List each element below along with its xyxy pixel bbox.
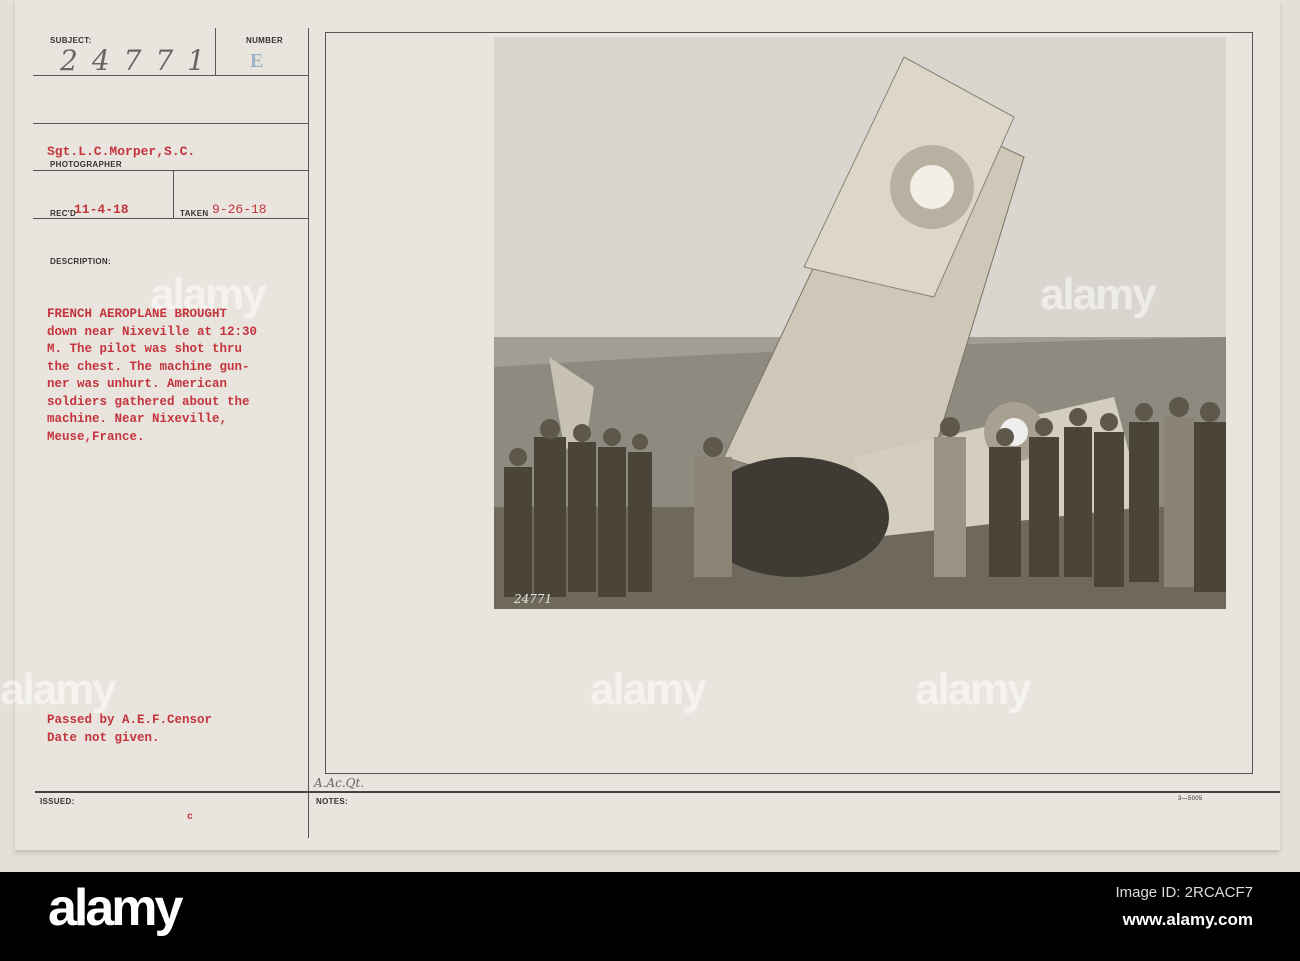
- number-label: NUMBER: [246, 36, 283, 45]
- photo-number: 24771: [513, 592, 552, 606]
- recd-date: 11-4-18: [74, 202, 129, 217]
- alamy-logo: alamy: [48, 879, 183, 937]
- issued-mark: c: [187, 812, 194, 823]
- watermark: alamy: [590, 665, 707, 714]
- number-stamp: E: [250, 50, 264, 72]
- issued-label: ISSUED:: [40, 797, 75, 806]
- alamy-footer: alamy Image ID: 2RCACF7 www.alamy.com: [0, 872, 1300, 961]
- taken-date: 9-26-18: [212, 202, 267, 217]
- notes-label: NOTES:: [316, 797, 349, 806]
- photographer-label: PHOTOGRAPHER: [50, 160, 122, 169]
- photograph-crashed-aeroplane: 24771: [494, 37, 1226, 609]
- form-number: 3—5005: [1178, 796, 1203, 802]
- image-id: Image ID: 2RCACF7: [1115, 884, 1253, 901]
- watermark: alamy: [915, 665, 1032, 714]
- description-text: FRENCH AEROPLANE BROUGHT down near Nixev…: [47, 307, 258, 444]
- alamy-url: www.alamy.com: [1122, 910, 1253, 929]
- recd-label: REC'D: [50, 209, 77, 218]
- watermark: alamy: [150, 270, 267, 319]
- description-label: DESCRIPTION:: [50, 257, 111, 266]
- taken-label: TAKEN: [180, 209, 209, 218]
- photographer-name: Sgt.L.C.Morper,S.C.: [47, 144, 196, 159]
- watermark: alamy: [0, 665, 117, 714]
- censor-text: Passed by A.E.F.Censor Date not given.: [47, 713, 213, 745]
- subject-value: 24771: [60, 44, 220, 77]
- watermark: alamy: [1040, 270, 1157, 319]
- handwritten-note: A.Ac.Qt.: [314, 776, 365, 790]
